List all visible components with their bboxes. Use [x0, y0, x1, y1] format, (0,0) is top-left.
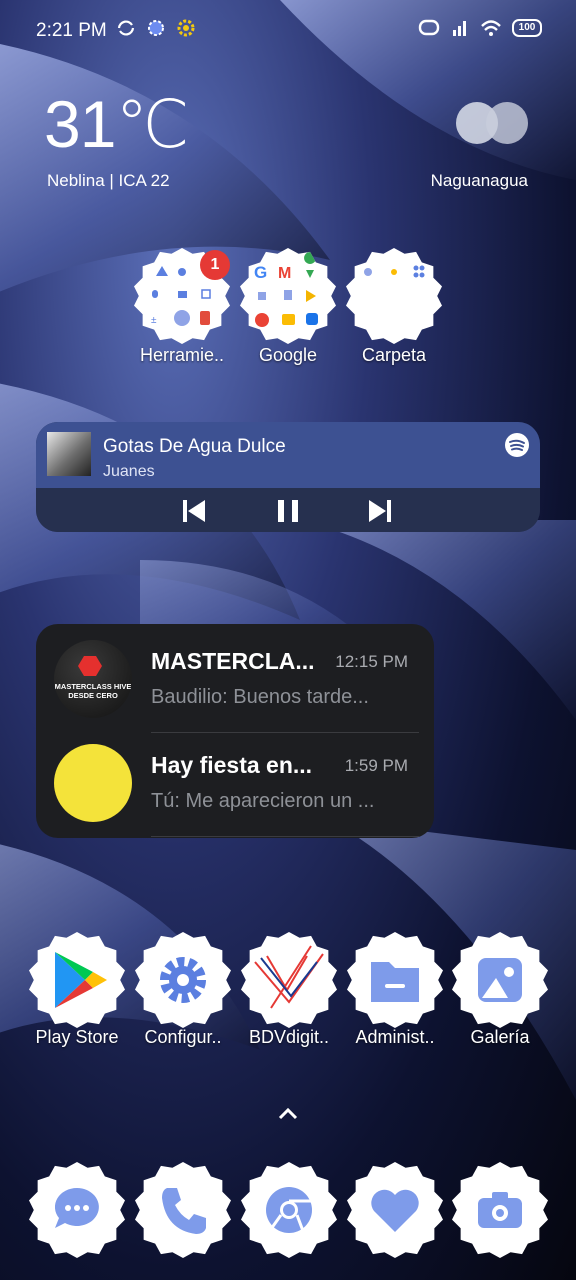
weather-location: Naguanagua [430, 171, 528, 190]
svg-text:M: M [278, 265, 291, 282]
signal-icon [453, 21, 466, 36]
status-time: 2:21 PM [36, 20, 107, 41]
chat-preview: Tú: Me aparecieron un ... [151, 790, 375, 812]
chat-title: MASTERCLA... [151, 648, 315, 674]
music-controls [36, 488, 540, 532]
app-label: Administ.. [355, 1027, 435, 1047]
svg-text:G: G [254, 263, 267, 282]
chat-avatar: MASTERCLASS HIVE DESDE CERO [54, 640, 132, 718]
chat-title: Hay fiesta en... [151, 752, 313, 778]
chats-widget: MASTERCLASS HIVE DESDE CERO MASTERCLA...… [36, 624, 434, 838]
chat-head-icon [418, 19, 440, 36]
next-track-icon[interactable] [366, 497, 394, 525]
battery-icon: 100 [512, 19, 542, 37]
svg-text:±: ± [151, 315, 157, 326]
notification-badge: 1 [200, 250, 230, 280]
app-label: Play Store [35, 1027, 119, 1047]
app-drawer-arrow-icon[interactable] [277, 1105, 299, 1121]
song-artist: Juanes [103, 463, 155, 477]
chat-preview: Baudilio: Buenos tarde... [151, 686, 369, 708]
wifi-icon [481, 20, 501, 36]
folder-label-google: Google [258, 345, 318, 365]
folder-label-herramientas: Herramie.. [139, 345, 224, 365]
chat-item[interactable]: MASTERCLASS HIVE DESDE CERO MASTERCLA...… [36, 624, 434, 728]
app-label: Galería [470, 1027, 530, 1047]
weather-condition: Neblina | ICA 22 [47, 171, 170, 190]
previous-track-icon[interactable] [180, 497, 208, 525]
divider [151, 836, 419, 837]
app-label: BDVdigit.. [248, 1027, 330, 1047]
music-widget[interactable]: Gotas De Agua Dulce Juanes [36, 422, 540, 532]
settings-status-icon [148, 20, 164, 36]
chat-time: 12:15 PM [335, 652, 408, 671]
weather-cloud-icon [456, 102, 530, 144]
app-label: Configur.. [144, 1027, 222, 1047]
pause-icon[interactable] [274, 497, 302, 525]
sync-icon [117, 20, 135, 36]
music-info-bar[interactable]: Gotas De Agua Dulce Juanes [36, 422, 540, 488]
weather-temperature[interactable]: 31℃ [44, 86, 190, 163]
status-bar: 2:21 PM 100 [0, 0, 576, 64]
chat-time: 1:59 PM [344, 756, 408, 775]
brightness-icon [177, 19, 195, 37]
album-art [47, 432, 91, 476]
song-title: Gotas De Agua Dulce [103, 436, 286, 457]
folder-label-carpeta: Carpeta [361, 345, 427, 365]
spotify-icon [505, 433, 529, 457]
chat-item[interactable]: Hay fiesta en... 1:59 PM Tú: Me aparecie… [36, 728, 434, 832]
chat-avatar [54, 744, 132, 822]
